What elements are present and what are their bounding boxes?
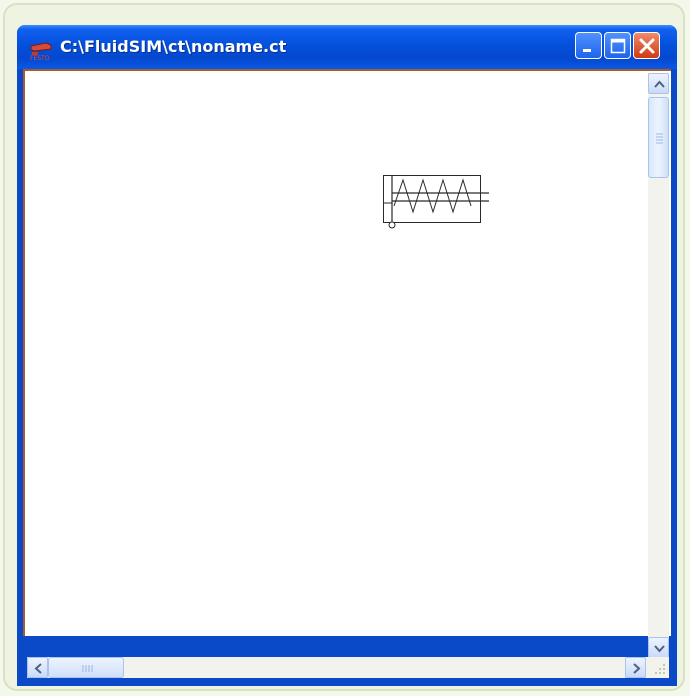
drawing-canvas[interactable] [23,69,671,636]
vertical-scrollbar[interactable] [648,73,669,662]
scroll-right-button[interactable] [625,657,646,678]
resize-grip-icon [655,664,665,674]
minimize-button[interactable] [575,32,602,59]
close-button[interactable] [633,32,660,59]
minimize-icon [583,49,591,52]
application-window: FESTO C:\FluidSIM\ct\noname.ct [17,25,677,686]
chevron-down-icon [654,645,665,653]
resize-grip[interactable] [648,657,669,678]
chevron-left-icon [34,663,42,674]
chevron-up-icon [654,80,665,88]
vertical-scroll-thumb[interactable] [648,97,669,178]
festo-icon[interactable]: FESTO [29,37,53,62]
scroll-up-button[interactable] [648,73,669,94]
horizontal-scrollbar[interactable] [27,657,648,678]
close-icon [639,38,655,54]
maximize-button[interactable] [604,32,631,59]
horizontal-scroll-thumb[interactable] [48,657,124,678]
chevron-right-icon [633,663,641,674]
window-title: C:\FluidSIM\ct\noname.ct [60,37,287,56]
svg-text:FESTO: FESTO [30,55,50,61]
maximize-icon [610,38,626,54]
scroll-down-button[interactable] [648,637,669,658]
scroll-left-button[interactable] [27,657,48,678]
spring-cylinder-symbol[interactable] [383,175,507,247]
title-bar[interactable]: FESTO C:\FluidSIM\ct\noname.ct [17,25,677,69]
